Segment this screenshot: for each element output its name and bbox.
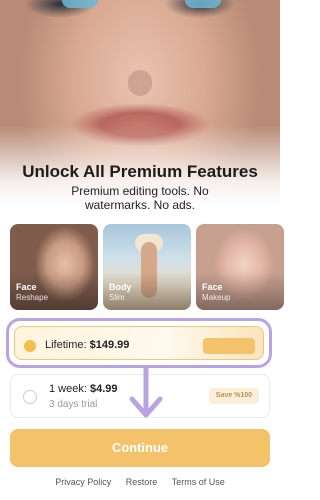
plan-week-name: 1 week:	[49, 383, 87, 395]
paywall-title: Unlock All Premium Features	[22, 162, 258, 181]
footer-links: Privacy Policy Restore Terms of Use	[0, 477, 280, 487]
paywall-subtitle: Premium editing tools. No watermarks. No…	[71, 184, 209, 212]
arrow-down-icon	[129, 365, 163, 418]
feature-card-label: Face	[16, 282, 37, 292]
radio-unselected-icon[interactable]	[23, 390, 37, 404]
restore-link[interactable]: Restore	[126, 477, 158, 487]
eye-makeup-right	[185, 0, 221, 8]
feature-card-face-makeup[interactable]: Face Makeup	[196, 224, 284, 310]
feature-card-label: Face	[202, 282, 223, 292]
feature-card-label: Body	[109, 282, 132, 292]
radio-selected-icon[interactable]	[24, 340, 36, 352]
feature-cards: Face Reshape Body Slim Face Makeup	[10, 224, 284, 310]
plan-week-trial: 3 days trial	[49, 399, 98, 410]
plan-week-price: $4.99	[89, 383, 118, 395]
plan-lifetime-price: $149.99	[89, 339, 130, 351]
feature-card-body-slim[interactable]: Body Slim	[103, 224, 191, 310]
lifetime-highlight-pill	[203, 338, 255, 354]
feature-card-sub: Makeup	[202, 293, 231, 302]
eye-makeup-left	[62, 0, 98, 8]
feature-card-sub: Reshape	[16, 293, 49, 302]
save-badge: Save %100	[208, 388, 259, 404]
plan-lifetime[interactable]: Lifetime: $149.99	[6, 318, 272, 368]
privacy-policy-link[interactable]: Privacy Policy	[55, 477, 111, 487]
feature-card-face-reshape[interactable]: Face Reshape	[10, 224, 98, 310]
continue-button[interactable]: Continue	[10, 429, 270, 467]
feature-card-sub: Slim	[109, 293, 125, 302]
terms-of-use-link[interactable]: Terms of Use	[172, 477, 225, 487]
plan-lifetime-name: Lifetime:	[45, 339, 87, 351]
nose-shadow	[128, 70, 152, 96]
